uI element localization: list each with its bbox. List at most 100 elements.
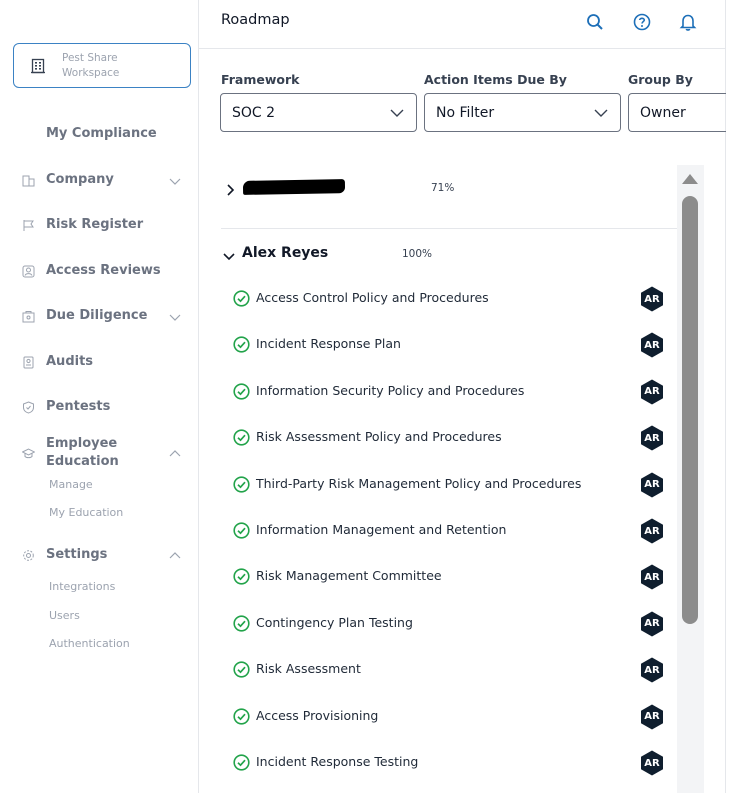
- sidebar-item-label: Due Diligence: [46, 308, 148, 323]
- check-circle-icon: [233, 336, 250, 353]
- check-circle-icon: [233, 383, 250, 400]
- list-item-label: Contingency Plan Testing: [256, 614, 413, 630]
- check-circle-icon: [233, 429, 250, 446]
- sidebar-item-access-reviews[interactable]: Access Reviews: [0, 262, 199, 280]
- sidebar-item-audits[interactable]: Audits: [0, 353, 199, 371]
- check-circle-icon: [233, 661, 250, 678]
- avatar-initials: AR: [644, 618, 660, 630]
- avatar: AR: [640, 286, 664, 312]
- sidebar-item-company[interactable]: Company: [0, 171, 199, 189]
- due-by-value: No Filter: [436, 104, 495, 121]
- list-item[interactable]: Information Security Policy and Procedur…: [233, 379, 665, 405]
- avatar-initials: AR: [644, 432, 660, 444]
- chevron-down-icon: [390, 106, 404, 120]
- list-item[interactable]: Risk Assessment Policy and Procedures AR: [233, 425, 665, 451]
- list-item-label: Information Management and Retention: [256, 522, 507, 537]
- group-by-select[interactable]: Owner: [628, 93, 726, 132]
- sidebar-item-label: My Compliance: [46, 126, 157, 141]
- check-circle-icon: [233, 568, 250, 585]
- check-circle-icon: [233, 754, 250, 771]
- chevron-down-icon[interactable]: [223, 248, 235, 261]
- sidebar-item-label: Risk Register: [46, 217, 144, 232]
- sidebar-item-label: Pentests: [46, 399, 111, 414]
- workspace-name: Pest Share: [62, 51, 118, 64]
- company-icon: [21, 173, 35, 187]
- list-item[interactable]: Risk Assessment AR: [233, 657, 665, 683]
- sidebar-item-employee-education[interactable]: Employee Education: [0, 435, 199, 471]
- list-item[interactable]: Incident Response Plan AR: [233, 332, 665, 358]
- sidebar-item-pentests[interactable]: Pentests: [0, 398, 199, 416]
- list-item[interactable]: Third-Party Risk Management Policy and P…: [233, 472, 665, 498]
- framework-select[interactable]: SOC 2: [220, 93, 417, 132]
- scrollbar-thumb[interactable]: [682, 196, 698, 624]
- sidebar-subitem-users[interactable]: Users: [49, 609, 80, 622]
- sidebar-item-label: Employee Education: [46, 436, 119, 469]
- list-item-label: Risk Assessment: [256, 661, 361, 677]
- sidebar-subitem-my-education[interactable]: My Education: [49, 506, 123, 519]
- check-circle-icon: [233, 475, 250, 493]
- list-item[interactable]: Contingency Plan Testing AR: [233, 611, 665, 637]
- avatar-initials: AR: [644, 571, 660, 583]
- avatar-initials: AR: [644, 479, 660, 491]
- sidebar: Pest Share Workspace My Compliance Compa…: [0, 0, 199, 793]
- avatar-initials: AR: [644, 711, 660, 723]
- list-item-label: Access Provisioning: [256, 707, 379, 723]
- sidebar-item-label: Audits: [46, 354, 94, 369]
- list-item[interactable]: Information Management and Retention AR: [233, 518, 665, 544]
- check-circle-icon: [233, 522, 250, 539]
- due-by-select[interactable]: No Filter: [424, 93, 621, 132]
- sidebar-item-my-compliance[interactable]: My Compliance: [0, 125, 199, 143]
- chevron-up-icon: [168, 446, 182, 460]
- search-icon[interactable]: [585, 12, 605, 32]
- group-percent: 100%: [402, 248, 433, 260]
- sidebar-subitem-manage[interactable]: Manage: [49, 478, 93, 491]
- graduation-cap-icon: [21, 446, 35, 460]
- avatar-initials: AR: [644, 757, 660, 769]
- scroll-up-arrow-icon[interactable]: [681, 171, 699, 185]
- sidebar-item-due-diligence[interactable]: Due Diligence: [0, 307, 199, 325]
- avatar: AR: [640, 657, 664, 683]
- list-item[interactable]: Access Control Policy and Procedures AR: [233, 286, 665, 312]
- clipboard-icon: [21, 355, 35, 369]
- avatar: AR: [640, 472, 664, 498]
- sidebar-subitem-authentication[interactable]: Authentication: [49, 637, 130, 650]
- avatar: AR: [640, 564, 664, 590]
- list-item-label: Risk Assessment Policy and Procedures: [256, 429, 502, 445]
- redacted-name: [242, 179, 346, 195]
- chevron-down-icon: [168, 309, 182, 323]
- list-item[interactable]: Access Provisioning AR: [233, 704, 665, 730]
- check-circle-icon: [233, 707, 250, 725]
- chevron-up-icon: [168, 548, 182, 562]
- avatar-initials: AR: [644, 339, 660, 351]
- framework-value: SOC 2: [232, 104, 276, 121]
- chevron-down-icon: [594, 106, 608, 120]
- chevron-right-icon[interactable]: [224, 181, 236, 196]
- sidebar-subitem-integrations[interactable]: Integrations: [49, 580, 115, 593]
- avatar: AR: [640, 332, 664, 358]
- sidebar-item-settings[interactable]: Settings: [0, 546, 199, 564]
- workspace-subtitle: Workspace: [62, 66, 120, 79]
- flag-icon: [21, 218, 35, 232]
- list-item[interactable]: Incident Response Testing AR: [233, 750, 665, 776]
- avatar: AR: [640, 704, 664, 730]
- group-by-label: Group By: [628, 72, 693, 87]
- page-title: Roadmap: [221, 12, 290, 28]
- list-item-label: Risk Management Committee: [256, 568, 442, 584]
- sidebar-item-label: Company: [46, 172, 114, 187]
- avatar-initials: AR: [644, 664, 660, 676]
- list-item-label: Incident Response Plan: [256, 336, 401, 352]
- check-circle-icon: [233, 615, 250, 632]
- avatar-initials: AR: [644, 386, 660, 398]
- due-by-label: Action Items Due By: [424, 72, 567, 87]
- sidebar-item-risk-register[interactable]: Risk Register: [0, 216, 199, 234]
- help-icon[interactable]: [632, 12, 652, 32]
- list-item[interactable]: Risk Management Committee AR: [233, 564, 665, 590]
- avatar-initials: AR: [644, 293, 660, 305]
- list-item-label: Information Security Policy and Procedur…: [256, 382, 525, 398]
- sidebar-item-label: Access Reviews: [46, 263, 161, 278]
- list-item-label: Third-Party Risk Management Policy and P…: [256, 475, 582, 491]
- bell-icon[interactable]: [678, 12, 698, 32]
- workspace-switcher[interactable]: Pest Share Workspace: [13, 43, 191, 88]
- avatar-initials: AR: [644, 525, 660, 537]
- avatar: AR: [640, 379, 664, 405]
